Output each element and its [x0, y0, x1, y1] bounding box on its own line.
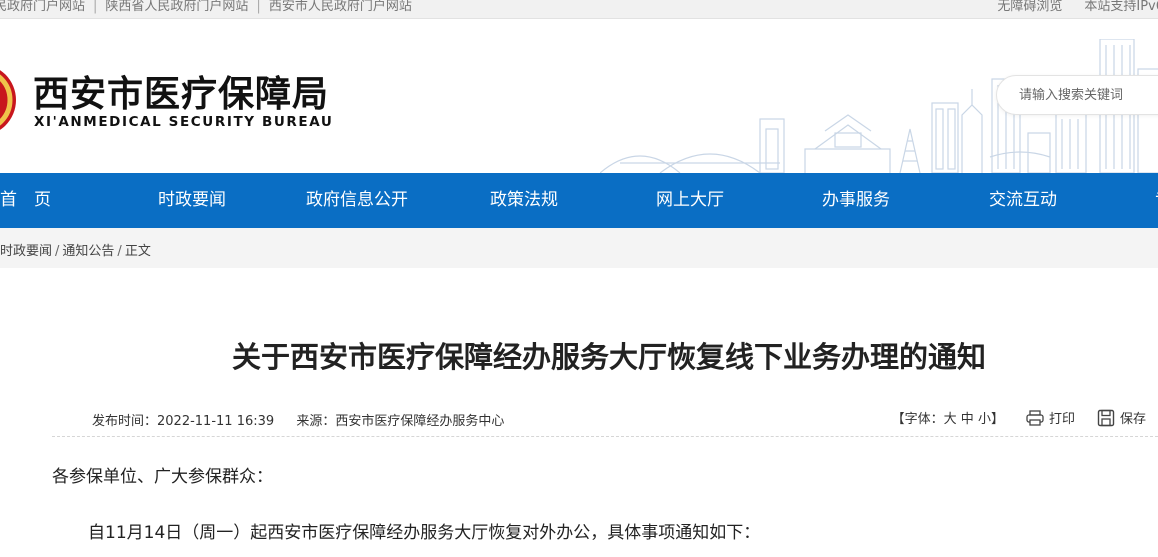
breadcrumb-news[interactable]: 时政要闻 — [0, 244, 52, 259]
portal-link-separator: | — [93, 0, 98, 14]
font-size-medium[interactable]: 中 — [961, 412, 974, 427]
source-name: 西安市医疗保障经办服务中心 — [335, 414, 505, 429]
save-label: 保存 — [1119, 412, 1146, 427]
national-emblem-icon — [0, 70, 16, 130]
font-size-close: 】 — [990, 412, 1004, 427]
breadcrumb-bar: 时政要闻 / 通知公告 / 正文 — [0, 228, 1158, 268]
breadcrumb-separator: / — [117, 244, 122, 259]
font-size-label: 【字体： — [891, 412, 944, 427]
source-label: 来源： — [296, 414, 336, 429]
site-title-cn: 西安市医疗保障局 — [33, 74, 330, 115]
portal-link[interactable]: 陕西省人民政府门户网站 — [105, 0, 248, 14]
breadcrumb-notices[interactable]: 通知公告 — [62, 244, 114, 259]
nav-item-gov-info[interactable]: 政府信息公开 — [306, 173, 408, 228]
article-greeting: 各参保单位、广大参保群众： — [52, 467, 273, 487]
breadcrumb-separator: / — [55, 244, 60, 259]
nav-item-services[interactable]: 办事服务 — [822, 173, 890, 228]
save-button[interactable]: 保存 — [1097, 408, 1146, 427]
publish-time-label: 发布时间： — [92, 414, 158, 429]
topbar-right-links: 无障碍浏览 本站支持IPv6 — [975, 0, 1158, 14]
article-title: 关于西安市医疗保障经办服务大厅恢复线下业务办理的通知 — [231, 340, 986, 374]
font-size-control: 【字体：大 中 小】 — [892, 408, 1004, 427]
meta-divider — [52, 436, 1158, 437]
portal-link[interactable]: 西安市人民政府门户网站 — [269, 0, 412, 14]
nav-item-online-hall[interactable]: 网上大厅 — [656, 173, 724, 228]
font-size-small[interactable]: 小 — [978, 412, 991, 427]
publish-time: 2022-11-11 16:39 — [157, 414, 275, 429]
nav-item-news[interactable]: 时政要闻 — [158, 173, 226, 228]
accessibility-link[interactable]: 无障碍浏览 — [997, 0, 1062, 14]
save-icon — [1097, 409, 1115, 426]
print-button[interactable]: 打印 — [1026, 408, 1075, 427]
ipv6-notice: 本站支持IPv6 — [1084, 0, 1158, 14]
portal-link[interactable]: 民政府门户网站 — [0, 0, 85, 14]
printer-icon — [1026, 409, 1044, 426]
main-nav: 首 页 时政要闻 政府信息公开 政策法规 网上大厅 办事服务 交流互动 专 — [0, 173, 1158, 228]
article-tools: 【字体：大 中 小】 打印 保存 — [892, 408, 1146, 427]
breadcrumb-current: 正文 — [124, 244, 151, 259]
article-meta: 发布时间：2022-11-11 16:39 来源：西安市医疗保障经办服务中心 — [92, 410, 504, 429]
site-header: 西安市医疗保障局 XI'ANMEDICAL SECURITY BUREAU — [0, 19, 1158, 173]
top-links-bar: 民政府门户网站 | 陕西省人民政府门户网站 | 西安市人民政府门户网站 无障碍浏览 本站支… — [0, 0, 1158, 19]
nav-item-policies[interactable]: 政策法规 — [490, 173, 558, 228]
breadcrumb: 时政要闻 / 通知公告 / 正文 — [0, 240, 151, 259]
search-input[interactable] — [1019, 76, 1158, 114]
search-box[interactable] — [996, 75, 1158, 115]
print-label: 打印 — [1048, 412, 1075, 427]
portal-links: 民政府门户网站 | 陕西省人民政府门户网站 | 西安市人民政府门户网站 — [0, 0, 412, 14]
article-paragraph: 自11月14日（周一）起西安市医疗保障经办服务大厅恢复对外办公，具体事项通知如下… — [88, 523, 761, 543]
nav-item-interaction[interactable]: 交流互动 — [989, 173, 1057, 228]
nav-item-home[interactable]: 首 页 — [0, 173, 51, 228]
portal-link-separator: | — [256, 0, 261, 14]
font-size-large[interactable]: 大 — [944, 412, 957, 427]
site-title-en: XI'ANMEDICAL SECURITY BUREAU — [34, 114, 334, 130]
